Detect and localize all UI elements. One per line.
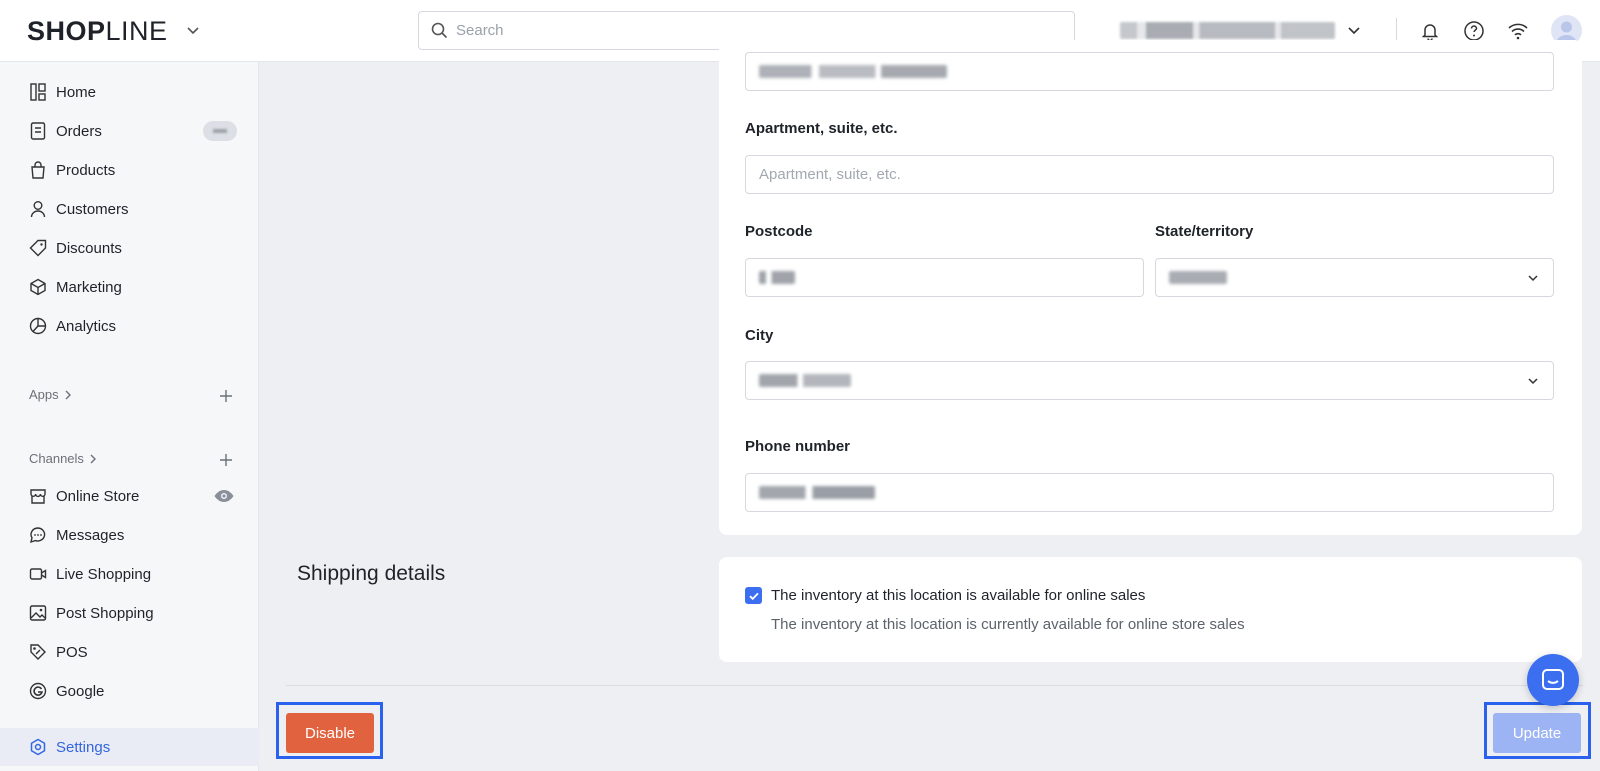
sidebar-item-label: POS — [56, 643, 88, 661]
sidebar-item-settings[interactable]: Settings — [0, 728, 259, 766]
state-value-redacted — [1169, 271, 1227, 284]
sidebar-item-analytics[interactable]: Analytics — [0, 307, 259, 345]
logo-text-bold: SHOP — [27, 16, 106, 46]
image-icon — [28, 603, 48, 623]
apartment-input[interactable] — [759, 166, 1553, 183]
search-input[interactable] — [456, 22, 1056, 39]
chevron-down-icon — [1528, 378, 1538, 385]
sidebar-item-label: Online Store — [56, 487, 140, 505]
sidebar-item-label: Live Shopping — [56, 565, 152, 583]
bag-icon — [28, 160, 48, 180]
sidebar-item-label: Marketing — [56, 278, 122, 296]
postcode-field[interactable] — [745, 258, 1144, 297]
city-select[interactable] — [745, 361, 1554, 400]
update-button[interactable]: Update — [1493, 713, 1581, 753]
logo-text-light: LINE — [105, 16, 168, 46]
sidebar-item-label: Orders — [56, 122, 102, 140]
sidebar-item-live-shopping[interactable]: Live Shopping — [0, 555, 259, 593]
sidebar-item-label: Discounts — [56, 239, 122, 257]
check-icon — [748, 592, 759, 600]
chevron-down-icon[interactable] — [184, 21, 202, 39]
sidebar-item-marketing[interactable]: Marketing — [0, 268, 259, 306]
sidebar-item-google[interactable]: Google — [0, 672, 259, 710]
phone-field[interactable] — [745, 473, 1554, 512]
eye-icon[interactable] — [213, 485, 235, 507]
message-icon — [1542, 669, 1564, 690]
search-icon — [431, 22, 448, 39]
shipping-card — [719, 557, 1582, 662]
home-icon — [28, 82, 48, 102]
chevron-right-icon — [65, 390, 71, 399]
phone-value-redacted — [759, 486, 875, 499]
add-app-plus-icon[interactable] — [218, 388, 234, 404]
apartment-label: Apartment, suite, etc. — [745, 120, 898, 137]
settings-icon — [28, 737, 48, 757]
sidebar-item-label: Analytics — [56, 317, 117, 335]
sidebar: Home Orders Products Customers Discounts… — [0, 62, 259, 771]
online-sales-checkbox[interactable] — [745, 587, 762, 604]
sidebar-item-home[interactable]: Home — [0, 73, 259, 111]
channels-label: Channels — [29, 451, 84, 466]
address-field[interactable] — [745, 52, 1554, 91]
chevron-down-icon — [1528, 275, 1538, 282]
city-value-redacted — [759, 374, 851, 387]
phone-label: Phone number — [745, 438, 851, 455]
sidebar-item-label: Settings — [56, 738, 111, 756]
sidebar-item-label: Home — [56, 83, 97, 101]
state-select[interactable] — [1155, 258, 1554, 297]
tag-icon — [28, 238, 48, 258]
address-value-redacted — [759, 65, 947, 78]
add-channel-plus-icon[interactable] — [218, 452, 234, 468]
apps-section-header[interactable]: Apps — [29, 387, 74, 402]
orders-count-badge-redacted — [203, 121, 237, 141]
sidebar-item-label: Products — [56, 161, 116, 179]
chat-icon — [28, 525, 48, 545]
apartment-field[interactable] — [745, 155, 1554, 194]
disable-button[interactable]: Disable — [286, 713, 374, 753]
sidebar-item-label: Post Shopping — [56, 604, 154, 622]
cube-icon — [28, 277, 48, 297]
sidebar-item-customers[interactable]: Customers — [0, 190, 259, 228]
chat-support-button[interactable] — [1527, 654, 1579, 706]
footer-divider — [286, 685, 1583, 686]
pie-icon — [28, 316, 48, 336]
store-icon — [28, 486, 48, 506]
postcode-value-redacted — [759, 271, 795, 284]
state-label: State/territory — [1155, 223, 1254, 240]
apps-label: Apps — [29, 387, 59, 402]
google-icon — [28, 681, 48, 701]
store-chevron-down-icon[interactable] — [1345, 21, 1363, 39]
sidebar-item-products[interactable]: Products — [0, 151, 259, 189]
sidebar-item-pos[interactable]: POS — [0, 633, 259, 671]
sidebar-item-label: Google — [56, 682, 105, 700]
online-sales-checkbox-label[interactable]: The inventory at this location is availa… — [771, 587, 1145, 604]
sidebar-item-label: Customers — [56, 200, 129, 218]
shopline-logo[interactable]: SHOP LINE — [27, 16, 168, 47]
online-sales-help-text: The inventory at this location is curren… — [771, 616, 1245, 633]
sidebar-item-discounts[interactable]: Discounts — [0, 229, 259, 267]
shipping-details-title: Shipping details — [297, 562, 446, 585]
chevron-right-icon — [90, 454, 96, 463]
city-label: City — [745, 327, 774, 344]
postcode-label: Postcode — [745, 223, 813, 240]
channels-section-header[interactable]: Channels — [29, 451, 99, 466]
pos-tag-icon — [28, 642, 48, 662]
video-icon — [28, 564, 48, 584]
orders-icon — [28, 121, 48, 141]
sidebar-item-orders[interactable]: Orders — [0, 112, 259, 150]
store-name-redacted[interactable] — [1120, 22, 1335, 39]
sidebar-item-label: Messages — [56, 526, 125, 544]
sidebar-item-post-shopping[interactable]: Post Shopping — [0, 594, 259, 632]
user-icon — [28, 199, 48, 219]
sidebar-item-messages[interactable]: Messages — [0, 516, 259, 554]
